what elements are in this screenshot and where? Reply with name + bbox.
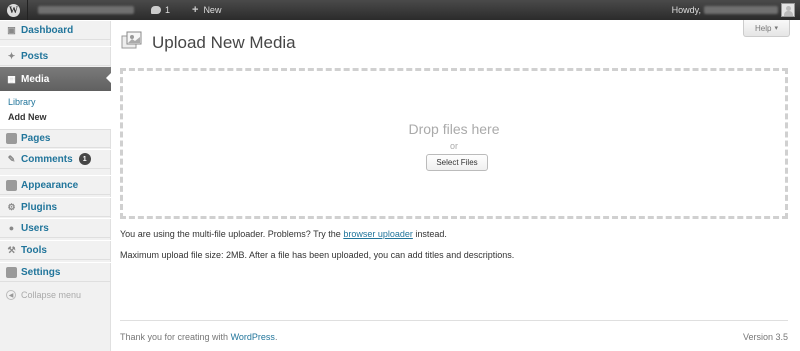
sidebar-item-label: Pages [21,132,51,144]
sidebar-item-label: Posts [21,50,49,62]
page-title: Upload New Media [152,33,296,52]
or-text: or [449,141,458,151]
footer-version: Version 3.5 [742,332,788,342]
wordpress-link[interactable]: WordPress [231,332,275,342]
sidebar-item-label: Appearance [21,179,79,191]
tools-icon: ⚒ [7,244,16,255]
dashboard-icon: ▣ [7,24,16,35]
footer-thanks: Thank you for creating with WordPress. [120,332,277,342]
help-tab-button[interactable]: Help ▾ [743,20,790,37]
sidebar-item-label: Dashboard [21,24,74,36]
collapse-menu-button[interactable]: ◀ Collapse menu [6,290,81,300]
comment-count: 1 [165,5,171,15]
submenu-library[interactable]: Library [8,97,36,107]
sidebar-item-label: Comments [21,153,73,165]
sidebar-item-comments[interactable]: ✎ Comments 1 [0,149,111,169]
appearance-icon [6,179,17,191]
sidebar-item-settings[interactable]: Settings [0,262,111,282]
sidebar-item-users[interactable]: ● Users [0,218,111,238]
drop-files-text: Drop files here [408,121,500,137]
sidebar-item-media[interactable]: ▦ Media [0,67,112,91]
sidebar-item-posts[interactable]: ✦ Posts [0,46,111,66]
settings-icon [6,266,17,278]
sidebar-item-label: Tools [21,244,47,256]
sidebar-item-label: Media [21,73,50,85]
footer-thanks-suffix: . [274,332,278,342]
plugin-icon: ⚙ [7,201,16,212]
chevron-down-icon: ▾ [774,25,778,32]
avatar[interactable] [781,3,795,17]
comments-icon: ✎ [7,153,16,164]
comments-count-badge: 1 [78,153,91,165]
browser-uploader-link[interactable]: browser uploader [343,229,413,239]
howdy-label: Howdy, [671,5,701,15]
select-files-button[interactable]: Select Files [426,154,488,171]
sidebar-item-pages[interactable]: Pages [0,128,111,148]
footer-divider [120,320,788,321]
footer-thanks-prefix: Thank you for creating with [120,332,229,342]
sidebar-item-dashboard[interactable]: ▣ Dashboard [0,20,111,40]
collapse-menu-label: Collapse menu [21,290,82,300]
sidebar-item-tools[interactable]: ⚒ Tools [0,240,111,260]
media-icon: ▦ [7,73,16,84]
uploader-info-suffix: instead. [415,229,447,239]
comment-bubble-icon [151,6,161,14]
admin-bar: W 1 + New Howdy, [0,0,800,20]
collapse-arrow-icon: ◀ [6,290,16,300]
site-name-link[interactable] [38,0,138,20]
pin-icon: ✦ [7,50,16,61]
sidebar-item-label: Settings [21,266,61,278]
uploader-info-prefix: You are using the multi-file uploader. P… [120,229,341,239]
comments-link[interactable]: 1 [151,0,170,20]
media-submenu: Library Add New [0,91,111,130]
drag-drop-area[interactable]: Drop files here or Select Files [120,68,788,219]
wordpress-logo-menu[interactable]: W [0,0,28,20]
help-label: Help [755,23,772,33]
new-content-link[interactable]: + New [192,0,221,20]
submenu-add-new[interactable]: Add New [8,112,47,122]
pages-icon [6,132,17,144]
account-menu[interactable]: Howdy, [672,0,778,20]
plus-icon: + [192,4,199,16]
new-label: New [203,5,222,15]
username-redacted [704,6,778,14]
sidebar-item-label: Plugins [21,201,58,213]
sidebar-item-appearance[interactable]: Appearance [0,175,111,195]
wordpress-logo-icon: W [7,3,20,17]
avatar-body [784,11,793,16]
admin-sidebar: ▣ Dashboard ✦ Posts ▦ Media Library Add … [0,20,112,351]
site-name-redacted [38,6,134,14]
users-icon: ● [8,223,15,233]
media-page-icon [121,31,142,49]
uploader-info: You are using the multi-file uploader. P… [120,229,447,239]
sidebar-item-plugins[interactable]: ⚙ Plugins [0,197,111,217]
sidebar-item-label: Users [21,222,49,234]
max-upload-size-text: Maximum upload file size: 2MB. After a f… [120,250,515,260]
